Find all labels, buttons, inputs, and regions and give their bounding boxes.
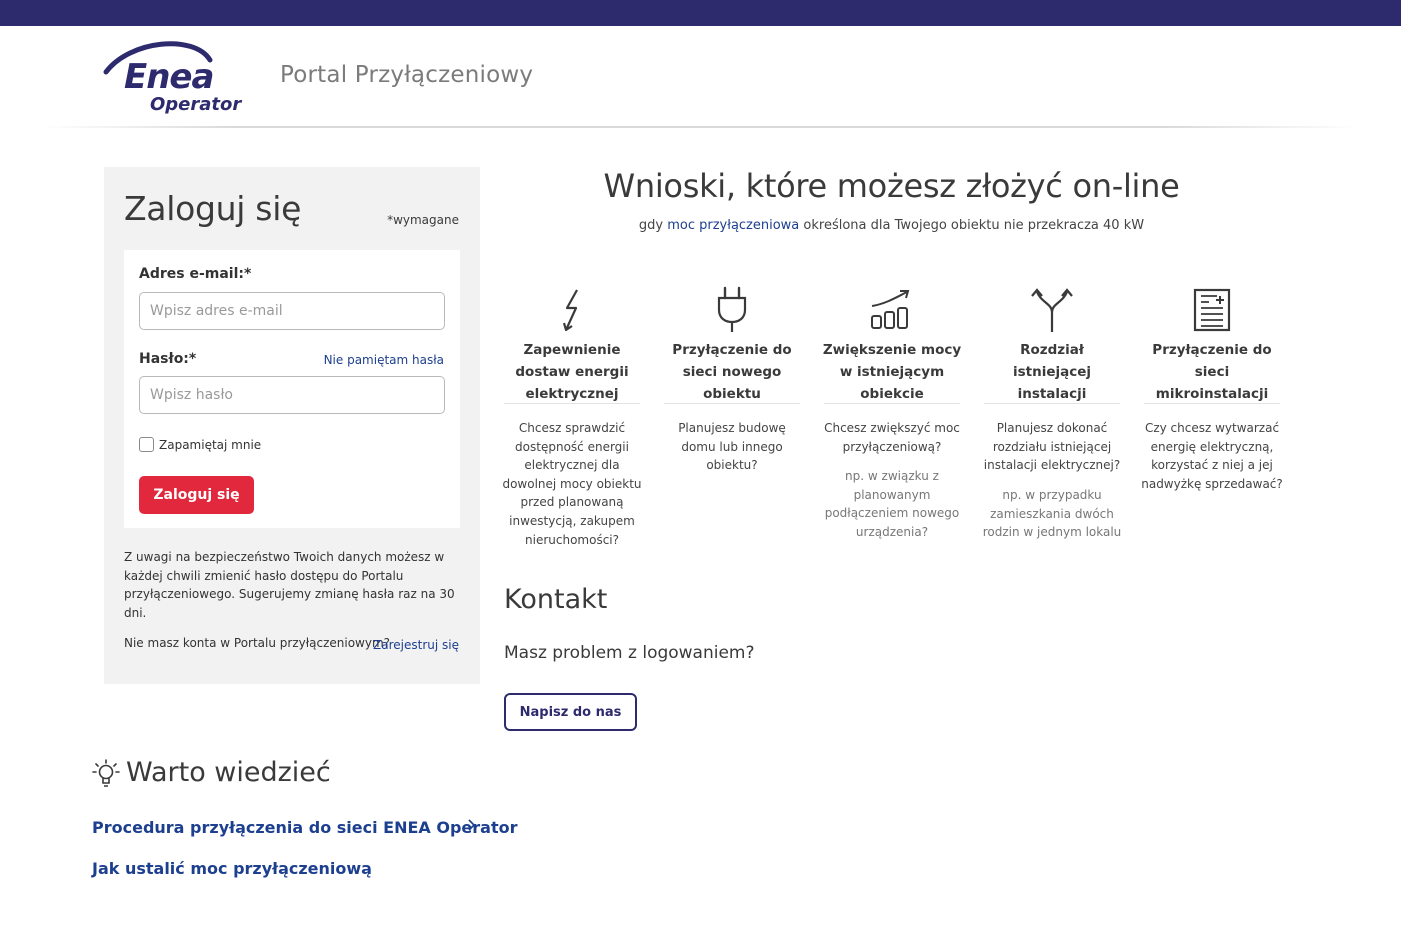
- login-panel: Zaloguj się *wymagane Adres e-mail:* Has…: [104, 167, 480, 684]
- login-title: Zaloguj się: [124, 189, 302, 228]
- login-form: Adres e-mail:* Hasło:* Nie pamiętam hasł…: [124, 250, 460, 528]
- top-bar: [0, 0, 1401, 26]
- write-to-us-button[interactable]: Napisz do nas: [504, 693, 637, 731]
- chevron-right-icon[interactable]: [466, 818, 478, 832]
- service-title: Zapewnienie dostaw energii elektrycznej: [515, 342, 629, 402]
- lightbulb-icon: [92, 758, 120, 787]
- password-label: Hasło:*: [139, 351, 197, 367]
- enea-operator-logo[interactable]: Enea Operator: [102, 38, 244, 116]
- growth-chart-icon: [871, 290, 910, 329]
- service-divider: [504, 403, 640, 404]
- header-divider: [40, 126, 1360, 128]
- contact-title: Kontakt: [504, 584, 608, 615]
- applications-subheading: gdy moc przyłączeniowa określona dla Two…: [504, 218, 1279, 233]
- remember-me-label: Zapamiętaj mnie: [159, 437, 262, 452]
- remember-me[interactable]: Zapamiętaj mnie: [139, 437, 261, 452]
- lightning-icon: [562, 289, 578, 332]
- service-description: Chcesz sprawdzić dostępność energii elek…: [502, 421, 642, 547]
- service-description: Planujesz dokonać rozdziału istniejącej …: [983, 421, 1121, 473]
- document-icon: [1193, 288, 1231, 332]
- service-divider: [824, 403, 960, 404]
- service-title: Zwiększenie mocy w istniejącym obiekcie: [822, 342, 962, 402]
- contact-subtitle: Masz problem z logowaniem?: [504, 643, 755, 663]
- subheading-suffix: określona dla Twojego obiektu nie przekr…: [799, 218, 1145, 233]
- applications-heading: Wnioski, które możesz złożyć on-line: [603, 167, 1180, 205]
- remember-me-checkbox[interactable]: [139, 437, 154, 452]
- service-divider: [664, 403, 800, 404]
- no-account-text: Nie masz konta w Portalu przyłączeniowym…: [124, 636, 391, 650]
- split-arrows-icon: [1031, 288, 1073, 332]
- password-input[interactable]: [139, 376, 445, 414]
- service-note: np. w przypadku zamieszkania dwóch rodzi…: [982, 488, 1122, 540]
- connection-power-link[interactable]: moc przyłączeniowa: [667, 218, 799, 233]
- required-note: *wymagane: [387, 213, 459, 227]
- service-description: Czy chcesz wytwarzać energię elektryczną…: [1141, 421, 1283, 491]
- service-title: Przyłączenie do sieci mikroinstalacji: [1152, 342, 1272, 402]
- good-to-know-title: Warto wiedzieć: [126, 757, 331, 788]
- service-description: Planujesz budowę domu lub innego obiektu…: [678, 421, 786, 473]
- subheading-prefix: gdy: [638, 218, 668, 233]
- service-divider: [984, 403, 1120, 404]
- email-input[interactable]: [139, 292, 445, 330]
- register-link[interactable]: Zarejestruj się: [373, 638, 459, 652]
- forgot-password-link[interactable]: Nie pamiętam hasła: [324, 353, 444, 367]
- service-note: np. w związku z planowanym podłączeniem …: [824, 469, 960, 539]
- service-title: Przyłączenie do sieci nowego obiektu: [672, 342, 792, 402]
- plug-icon: [717, 286, 747, 332]
- good-to-know-header: Warto wiedzieć: [92, 757, 331, 788]
- login-button[interactable]: Zaloguj się: [139, 476, 254, 514]
- service-description: Chcesz zwiększyć moc przyłączeniową?: [824, 421, 960, 454]
- connection-power-guide-link[interactable]: Jak ustalić moc przyłączeniową: [92, 859, 372, 878]
- service-title: Rozdział istniejącej instalacji: [1012, 342, 1092, 402]
- service-divider: [1144, 403, 1280, 404]
- procedure-link[interactable]: Procedura przyłączenia do sieci ENEA Ope…: [92, 818, 518, 837]
- portal-title: Portal Przyłączeniowy: [280, 62, 534, 88]
- logo-sub-text: Operator: [150, 94, 242, 115]
- logo-main-text: Enea: [124, 57, 213, 97]
- email-label: Adres e-mail:*: [139, 266, 252, 282]
- security-note: Z uwagi na bezpieczeństwo Twoich danych …: [124, 550, 455, 620]
